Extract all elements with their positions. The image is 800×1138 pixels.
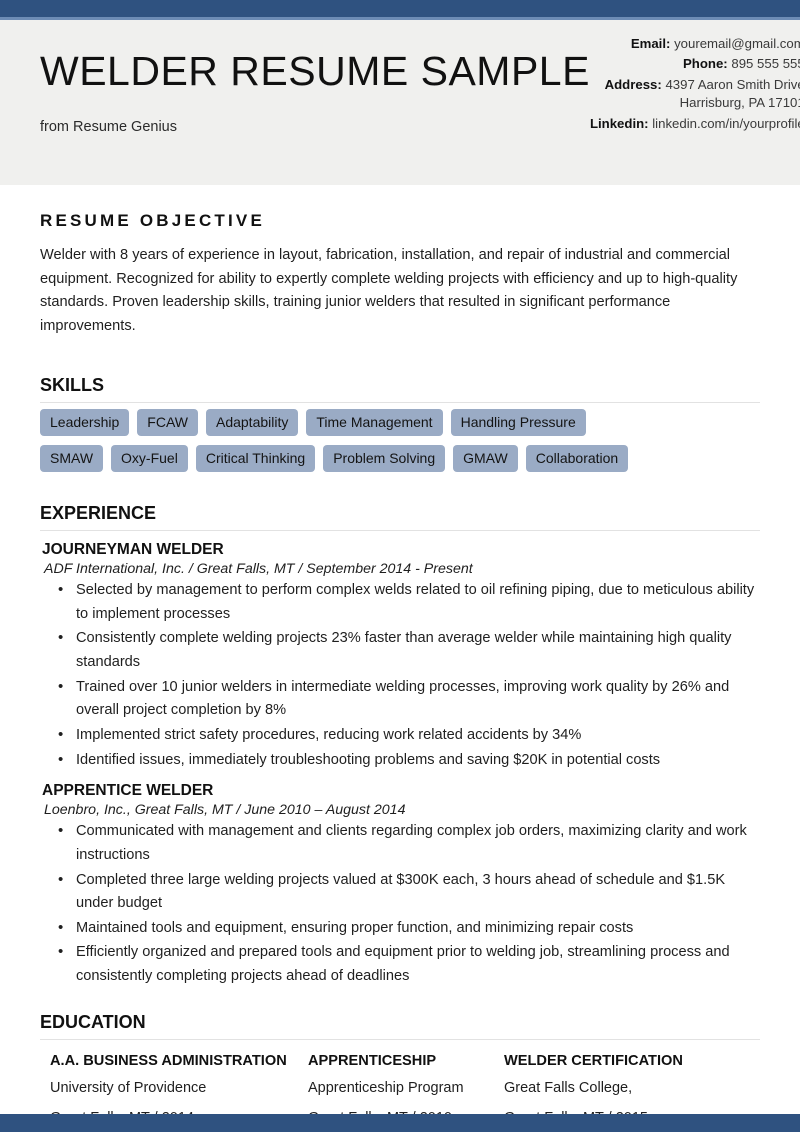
contact-address-value-2: Harrisburg, PA 17101	[679, 95, 800, 111]
resume-subtitle: from Resume Genius	[40, 119, 177, 136]
section-heading-experience: EXPERIENCE	[40, 503, 157, 524]
job-bullet-list: Selected by management to perform comple…	[40, 578, 760, 773]
job-bullet: Communicated with management and clients…	[58, 819, 760, 867]
contact-phone-value: 895 555 555	[731, 56, 800, 72]
job-bullet: Consistently complete welding projects 2…	[58, 626, 760, 674]
job-bullet: Completed three large welding projects v…	[58, 868, 760, 916]
education-degree: A.A. BUSINESS ADMINISTRATION	[50, 1052, 287, 1069]
skill-chip: Critical Thinking	[195, 445, 316, 473]
skill-chip: Handling Pressure	[450, 409, 586, 437]
resume-body: RESUME OBJECTIVE Welder with 8 years of …	[0, 185, 800, 1138]
resume-header: WELDER RESUME SAMPLE from Resume Genius …	[0, 20, 800, 185]
contact-address-label: Address:	[604, 76, 662, 92]
experience-list: JOURNEYMAN WELDER ADF International, Inc.…	[40, 541, 760, 989]
education-degree: APPRENTICESHIP	[308, 1052, 437, 1069]
job-meta: Loenbro, Inc., Great Falls, MT / June 20…	[44, 802, 406, 819]
skills-list: Leadership FCAW Adaptability Time Managemen…	[40, 409, 760, 473]
contact-address-row: Address: 4397 Aaron Smith Drive Harrisbu…	[590, 75, 800, 114]
contact-linkedin-value[interactable]: linkedin.com/in/yourprofile	[652, 116, 800, 131]
job-meta: ADF International, Inc. / Great Falls, M…	[44, 561, 473, 578]
contact-linkedin-row: Linkedin: linkedin.com/in/yourprofile	[590, 114, 800, 134]
bottom-accent-bar	[0, 1114, 800, 1132]
skill-chip: Problem Solving	[323, 445, 446, 473]
skill-chip: Adaptability	[205, 409, 299, 437]
skill-chip: Collaboration	[525, 445, 629, 473]
contact-email-row: Email: youremail@gmail.com	[590, 34, 800, 54]
contact-email-value[interactable]: youremail@gmail.com	[674, 36, 800, 51]
experience-entry: APPRENTICE WELDER Loenbro, Inc., Great Fa…	[40, 782, 760, 988]
top-accent-bar	[0, 0, 800, 20]
experience-divider	[40, 530, 760, 532]
contact-address-value: 4397 Aaron Smith Drive	[665, 76, 800, 92]
education-institution: Apprenticeship Program	[308, 1079, 464, 1096]
job-bullet: Implemented strict safety procedures, re…	[58, 723, 760, 748]
job-bullet: Identified issues, immediately troublesh…	[58, 748, 760, 773]
skill-chip: Oxy-Fuel	[111, 445, 188, 473]
job-bullet: Efficiently organized and prepared tools…	[58, 940, 760, 988]
job-title: APPRENTICE WELDER	[42, 782, 214, 800]
skills-divider	[40, 402, 760, 404]
objective-text: Welder with 8 years of experience in lay…	[40, 247, 738, 334]
job-bullet-list: Communicated with management and clients…	[40, 819, 760, 988]
header-identity: WELDER RESUME SAMPLE from Resume Genius	[40, 20, 590, 135]
job-title: JOURNEYMAN WELDER	[42, 541, 224, 559]
skill-chip: Time Management	[306, 409, 443, 437]
contact-block: Email: youremail@gmail.com Phone: 895 55…	[590, 20, 800, 134]
education-institution: University of Providence	[50, 1079, 207, 1096]
skill-chip: Leadership	[40, 409, 130, 437]
skill-row: SMAW Oxy-Fuel Critical Thinking Problem Sol…	[40, 445, 760, 473]
skill-chip: FCAW	[137, 409, 198, 437]
education-degree: WELDER CERTIFICATION	[504, 1052, 683, 1069]
page-title: WELDER RESUME SAMPLE	[40, 48, 590, 94]
skill-chip: SMAW	[40, 445, 104, 473]
contact-email-label: Email:	[630, 36, 671, 51]
job-bullet: Maintained tools and equipment, ensuring…	[58, 916, 760, 941]
contact-linkedin-label: Linkedin:	[589, 115, 649, 131]
section-heading-education: EDUCATION	[40, 1011, 146, 1032]
job-bullet: Selected by management to perform comple…	[58, 578, 760, 626]
skill-row: Leadership FCAW Adaptability Time Managemen…	[40, 409, 760, 437]
contact-phone-row: Phone: 895 555 555	[590, 54, 800, 74]
contact-phone-label: Phone:	[683, 56, 728, 72]
section-heading-skills: SKILLS	[40, 375, 105, 396]
education-divider	[40, 1038, 760, 1040]
skill-chip: GMAW	[453, 445, 518, 473]
section-heading-objective: RESUME OBJECTIVE	[40, 211, 266, 230]
education-institution: Great Falls College,	[504, 1079, 633, 1096]
job-bullet: Trained over 10 junior welders in interm…	[58, 675, 760, 723]
experience-entry: JOURNEYMAN WELDER ADF International, Inc.…	[40, 541, 760, 772]
